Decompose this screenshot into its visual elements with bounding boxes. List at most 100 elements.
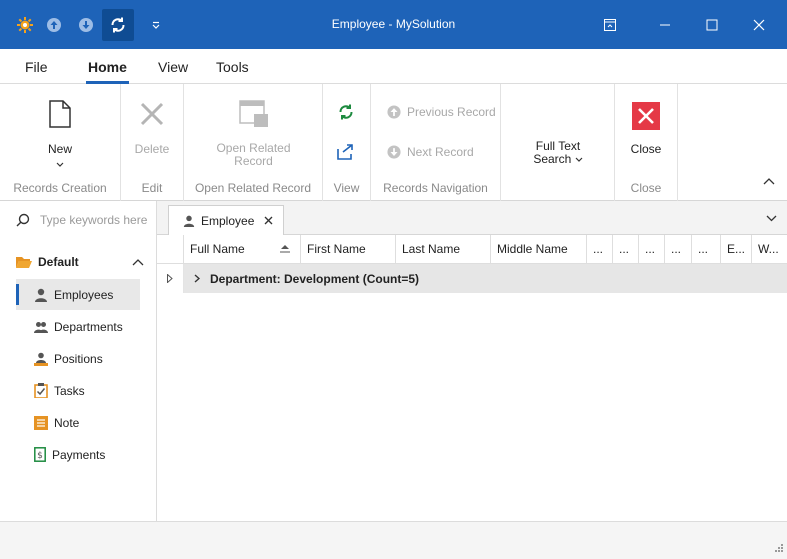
column-header-8[interactable]: ... bbox=[665, 235, 692, 264]
employee-icon bbox=[183, 215, 195, 227]
nav-item-label: Note bbox=[54, 415, 80, 430]
column-header-middle-name[interactable]: Middle Name bbox=[491, 235, 587, 264]
nav-item-positions[interactable]: Positions bbox=[16, 343, 140, 374]
full-text-search-button[interactable]: Full Text Search bbox=[523, 140, 593, 166]
navigation-pane: Type keywords here Default Employees Dep… bbox=[0, 201, 157, 521]
document-tabs: Employee bbox=[157, 201, 787, 236]
column-header-full-name[interactable]: Full Name bbox=[184, 235, 301, 264]
new-document-icon bbox=[30, 96, 90, 132]
new-label: New bbox=[47, 142, 72, 156]
row-indicator-icon bbox=[157, 264, 184, 293]
nav-item-label: Employees bbox=[54, 287, 114, 302]
group-records-creation: New Records Creation bbox=[0, 84, 121, 201]
tab-view[interactable]: View bbox=[158, 59, 188, 75]
edit-label: Edit bbox=[141, 181, 163, 195]
nav-item-note[interactable]: Note bbox=[16, 407, 140, 438]
close-red-icon bbox=[621, 98, 671, 134]
column-header-label: W... bbox=[758, 242, 779, 256]
group-records-navigation: Previous Record Next Record Records Navi… bbox=[371, 84, 501, 201]
arrow-up-circle-icon bbox=[387, 105, 401, 119]
chevron-down-icon bbox=[575, 157, 583, 162]
column-header-first-name[interactable]: First Name bbox=[301, 235, 396, 264]
tab-employee[interactable]: Employee bbox=[168, 205, 284, 236]
column-header-10[interactable]: E... bbox=[721, 235, 752, 264]
nav-item-departments[interactable]: Departments bbox=[16, 311, 140, 342]
ribbon-tabs: File Home View Tools bbox=[0, 49, 787, 84]
open-related-record-icon bbox=[204, 96, 303, 132]
ribbon-display-options-icon[interactable] bbox=[587, 9, 633, 41]
payments-icon: $ bbox=[34, 447, 46, 462]
delete-button[interactable]: Delete bbox=[127, 96, 177, 156]
nav-item-employees[interactable]: Employees bbox=[16, 279, 140, 310]
resize-grip-icon[interactable] bbox=[775, 541, 783, 555]
delete-x-icon bbox=[127, 96, 177, 132]
refresh-view-icon[interactable] bbox=[337, 103, 355, 124]
group-close: Close Close bbox=[615, 84, 678, 201]
departments-icon bbox=[34, 321, 48, 333]
records-creation-label: Records Creation bbox=[13, 181, 107, 195]
column-header-7[interactable]: ... bbox=[639, 235, 665, 264]
nav-item-label: Departments bbox=[54, 319, 123, 334]
tab-tools[interactable]: Tools bbox=[216, 59, 249, 75]
tab-employee-label: Employee bbox=[201, 214, 255, 228]
column-header-11[interactable]: W... bbox=[752, 235, 787, 264]
nav-item-payments[interactable]: $ Payments bbox=[16, 439, 140, 470]
arrow-down-circle-icon bbox=[387, 145, 401, 159]
note-icon bbox=[34, 415, 48, 430]
column-header-label: ... bbox=[645, 242, 656, 256]
tab-home[interactable]: Home bbox=[86, 59, 129, 84]
nav-item-label: Positions bbox=[54, 351, 103, 366]
export-view-icon[interactable] bbox=[337, 143, 355, 164]
column-header-5[interactable]: ... bbox=[587, 235, 613, 264]
group-view: View bbox=[323, 84, 371, 201]
nav-search[interactable]: Type keywords here bbox=[16, 213, 147, 227]
group-edit: Delete Edit bbox=[121, 84, 184, 201]
next-record-button[interactable]: Next Record bbox=[387, 145, 474, 159]
open-related-label-2: Record bbox=[234, 154, 273, 168]
next-record-label: Next Record bbox=[407, 145, 474, 159]
column-header-label: Last Name bbox=[402, 242, 461, 256]
column-header-9[interactable]: ... bbox=[692, 235, 721, 264]
delete-label: Delete bbox=[134, 142, 170, 156]
group-search: Full Text Search bbox=[501, 84, 615, 201]
chevron-up-icon bbox=[132, 259, 144, 266]
column-header-label: Middle Name bbox=[497, 242, 568, 256]
view-group-label: View bbox=[333, 181, 360, 195]
status-bar bbox=[0, 521, 787, 559]
column-header-6[interactable]: ... bbox=[613, 235, 639, 264]
sort-ascending-icon bbox=[280, 245, 290, 253]
close-window-button[interactable] bbox=[736, 9, 782, 41]
grid-indent-header bbox=[157, 235, 184, 264]
group-row[interactable]: Department: Development (Count=5) bbox=[157, 264, 787, 293]
svg-text:$: $ bbox=[37, 451, 43, 461]
close-button[interactable]: Close bbox=[621, 98, 671, 156]
minimize-button[interactable] bbox=[642, 9, 688, 41]
column-header-label: ... bbox=[619, 242, 630, 256]
positions-icon bbox=[34, 352, 48, 366]
nav-group-default[interactable]: Default bbox=[16, 255, 144, 269]
ribbon: New Records Creation Delete Edit Open Re… bbox=[0, 84, 787, 201]
new-button[interactable]: New bbox=[30, 96, 90, 171]
records-navigation-label: Records Navigation bbox=[383, 181, 488, 195]
tasks-icon bbox=[34, 383, 48, 398]
previous-record-button[interactable]: Previous Record bbox=[387, 105, 496, 119]
column-header-label: Full Name bbox=[190, 242, 245, 256]
search-placeholder: Type keywords here bbox=[40, 213, 148, 227]
open-related-group-label: Open Related Record bbox=[194, 181, 312, 195]
chevron-down-icon bbox=[30, 157, 90, 171]
title-bar: Employee - MySolution bbox=[0, 0, 787, 49]
column-header-last-name[interactable]: Last Name bbox=[396, 235, 491, 264]
nav-group-label: Default bbox=[38, 255, 79, 269]
close-tab-icon[interactable] bbox=[264, 214, 273, 228]
open-related-record-button[interactable]: Open Related Record bbox=[204, 96, 303, 168]
nav-item-label: Tasks bbox=[54, 383, 85, 398]
nav-item-tasks[interactable]: Tasks bbox=[16, 375, 140, 406]
tabs-dropdown-icon[interactable] bbox=[766, 211, 777, 225]
maximize-button[interactable] bbox=[689, 9, 735, 41]
group-row-band: Department: Development (Count=5) bbox=[184, 264, 787, 293]
close-group-label: Close bbox=[630, 181, 662, 195]
column-header-label: E... bbox=[727, 242, 746, 256]
collapse-ribbon-icon[interactable] bbox=[763, 174, 775, 188]
previous-record-label: Previous Record bbox=[407, 105, 496, 119]
tab-file[interactable]: File bbox=[25, 59, 48, 75]
